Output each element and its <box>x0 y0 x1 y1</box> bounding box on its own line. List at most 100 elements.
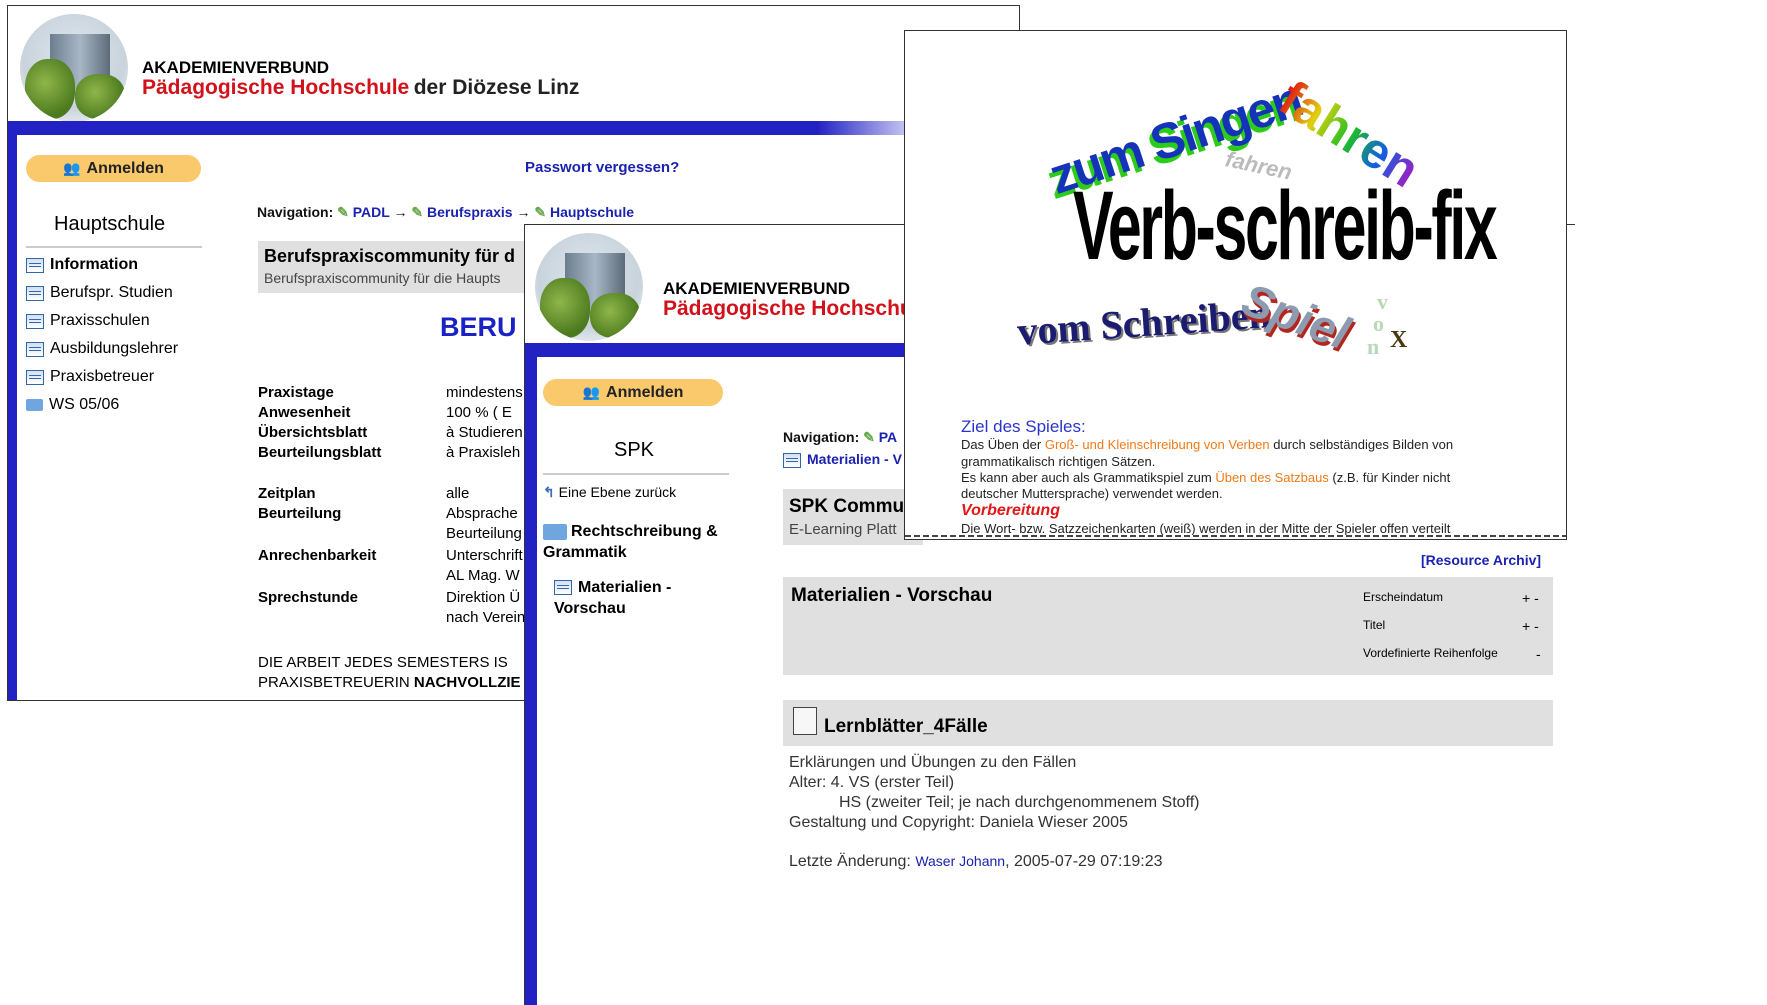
detail-label: Praxistage <box>258 384 334 401</box>
wordart-spiel: Spiel <box>1235 272 1357 360</box>
detail-label: Anrechenbarkeit <box>258 547 377 564</box>
back-arrow-icon: ↰ <box>543 484 555 500</box>
sidebar-item-ausbildungslehrer[interactable]: Ausbildungslehrer <box>26 340 178 358</box>
users-icon: 👥 <box>63 160 81 176</box>
goal-text-2: grammatikalisch richtigen Sätzen. <box>961 454 1156 469</box>
folder-icon <box>26 399 43 411</box>
detail-value: Beurteilung <box>446 525 522 542</box>
login-label: Anmelden <box>606 383 684 401</box>
item-line-2: Alter: 4. VS (erster Teil) <box>789 774 955 791</box>
banner-org: AKADEMIENVERBUND <box>663 279 851 298</box>
goal-text-4: deutscher Muttersprache) verwendet werde… <box>961 486 1223 501</box>
sort-titel-label: Titel <box>1363 618 1386 632</box>
goal-heading: Ziel des Spieles: <box>961 417 1086 436</box>
last-change: Letzte Änderung: Waser Johann, 2005-07-2… <box>789 853 1163 870</box>
prep-heading: Vorbereitung <box>961 502 1060 519</box>
prep-text: Die Wort- bzw. Satzzeichenkarten (weiß) … <box>961 521 1451 536</box>
detail-value: Unterschrift <box>446 547 523 564</box>
section-title: Berufspraxiscommunity für d <box>264 246 516 266</box>
resource-archive-link[interactable]: [Resource Archiv] <box>1421 552 1541 568</box>
detail-value: AL Mag. W <box>446 567 520 584</box>
detail-value: à Studieren <box>446 424 523 441</box>
page-icon <box>783 452 801 468</box>
sub-item-materialien[interactable]: Materialien - Vorschau <box>554 577 714 619</box>
sidebar-divider <box>26 246 202 248</box>
frame-left-bar <box>525 343 537 1005</box>
arrow-right-icon: → <box>393 204 408 220</box>
banner-school-red: Pädagogische Hochschule <box>142 76 410 99</box>
wordart-vom-schreiben: vom Schreiben <box>1015 291 1272 354</box>
banner-school-red: Pädagogische Hochschu <box>663 297 913 320</box>
item-title[interactable]: Lernblätter_4Fälle <box>824 716 988 738</box>
wordart-x: X <box>1390 327 1408 353</box>
detail-value: alle <box>446 485 470 502</box>
login-button[interactable]: 👥 Anmelden <box>543 379 723 406</box>
breadcrumb: Navigation: ✎ PADL → ✎ Berufspraxis → ✎ … <box>257 204 634 221</box>
page-icon <box>26 369 44 385</box>
frame-left-bar <box>8 121 17 700</box>
bottom-rule <box>905 535 1566 537</box>
sidebar-item-ws-0506[interactable]: WS 05/06 <box>26 396 119 414</box>
breadcrumb-pa[interactable]: PA <box>879 429 897 445</box>
frame-top-bar <box>525 343 925 357</box>
page-icon <box>26 257 44 273</box>
section-subtitle: E-Learning Platt <box>789 521 897 538</box>
item-line-3: HS (zweiter Teil; je nach durchgenommene… <box>839 794 1200 811</box>
footer-line-2: PRAXISBETREUERIN NACHVOLLZIE <box>258 674 521 691</box>
banner-school-dark: der Diözese Linz <box>413 76 580 99</box>
person-icon: ✎ <box>534 204 547 220</box>
sidebar-item-information[interactable]: Information <box>26 256 138 274</box>
folder-item-rechtschreibung[interactable]: Rechtschreibung & Grammatik <box>543 521 743 563</box>
detail-value: Absprache <box>446 505 518 522</box>
detail-value: mindestens <box>446 384 523 401</box>
detail-value: Direktion Ü <box>446 589 521 606</box>
detail-label: Beurteilung <box>258 505 342 522</box>
detail-label: Sprechstunde <box>258 589 359 606</box>
arrow-right-icon: → <box>516 204 531 220</box>
sidebar-item-praxisschulen[interactable]: Praxisschulen <box>26 312 150 330</box>
forgot-password-link[interactable]: Passwort vergessen? <box>525 159 679 176</box>
detail-value: à Praxisleh <box>446 444 521 461</box>
detail-value: nach Verein <box>446 609 526 626</box>
goal-text-3: Es kann aber auch als Grammatikspiel zum… <box>961 470 1451 485</box>
wordart-title: Verb-schreib-fix <box>1073 170 1498 281</box>
person-icon: ✎ <box>337 204 349 220</box>
person-icon: ✎ <box>863 429 875 445</box>
page-icon <box>26 313 44 329</box>
detail-label: Zeitplan <box>258 485 316 502</box>
breadcrumb-materialien[interactable]: Materialien - V <box>783 451 902 468</box>
logo-image <box>20 14 128 122</box>
frame-top-bar <box>8 121 1019 135</box>
sort-titel-controls[interactable]: + - <box>1522 618 1539 634</box>
wordart-n: n <box>1367 334 1380 359</box>
sort-vordefiniert-label: Vordefinierte Reihenfolge <box>1363 646 1498 660</box>
banner-school: Pädagogische Hochschule der Diözese Linz <box>142 76 579 100</box>
banner-org: AKADEMIENVERBUND <box>142 58 330 77</box>
sidebar-item-berufspr-studien[interactable]: Berufspr. Studien <box>26 284 173 302</box>
person-icon: ✎ <box>411 204 424 220</box>
breadcrumb-berufspraxis[interactable]: Berufspraxis <box>427 204 513 220</box>
nav-label: Navigation: <box>257 204 334 220</box>
sidebar-divider <box>543 473 729 475</box>
sidebar-title: Hauptschule <box>54 213 166 235</box>
back-link[interactable]: ↰ Eine Ebene zurück <box>543 484 676 501</box>
login-button[interactable]: 👥 Anmelden <box>26 155 201 182</box>
last-change-user-link[interactable]: Waser Johann <box>915 853 1005 869</box>
sort-erscheindatum-label: Erscheindatum <box>1363 590 1444 604</box>
goal-text-1: Das Üben der Groß- und Kleinschreibung v… <box>961 437 1454 452</box>
users-icon: 👥 <box>582 384 601 400</box>
document-icon <box>793 707 817 735</box>
breadcrumb-padl[interactable]: PADL <box>353 204 390 220</box>
page-icon <box>26 341 44 357</box>
item-line-4: Gestaltung und Copyright: Daniela Wieser… <box>789 814 1128 831</box>
open-folder-icon <box>543 523 567 540</box>
detail-value: 100 % ( E <box>446 404 512 421</box>
login-label: Anmelden <box>86 159 164 177</box>
sort-vordefiniert-controls[interactable]: - <box>1536 646 1541 662</box>
page-icon <box>26 285 44 301</box>
page-icon <box>554 580 572 596</box>
sort-erscheindatum-controls[interactable]: + - <box>1522 590 1539 606</box>
item-line-1: Erklärungen und Übungen zu den Fällen <box>789 754 1077 771</box>
sidebar-item-praxisbetreuer[interactable]: Praxisbetreuer <box>26 368 154 386</box>
breadcrumb-hauptschule[interactable]: Hauptschule <box>550 204 634 220</box>
